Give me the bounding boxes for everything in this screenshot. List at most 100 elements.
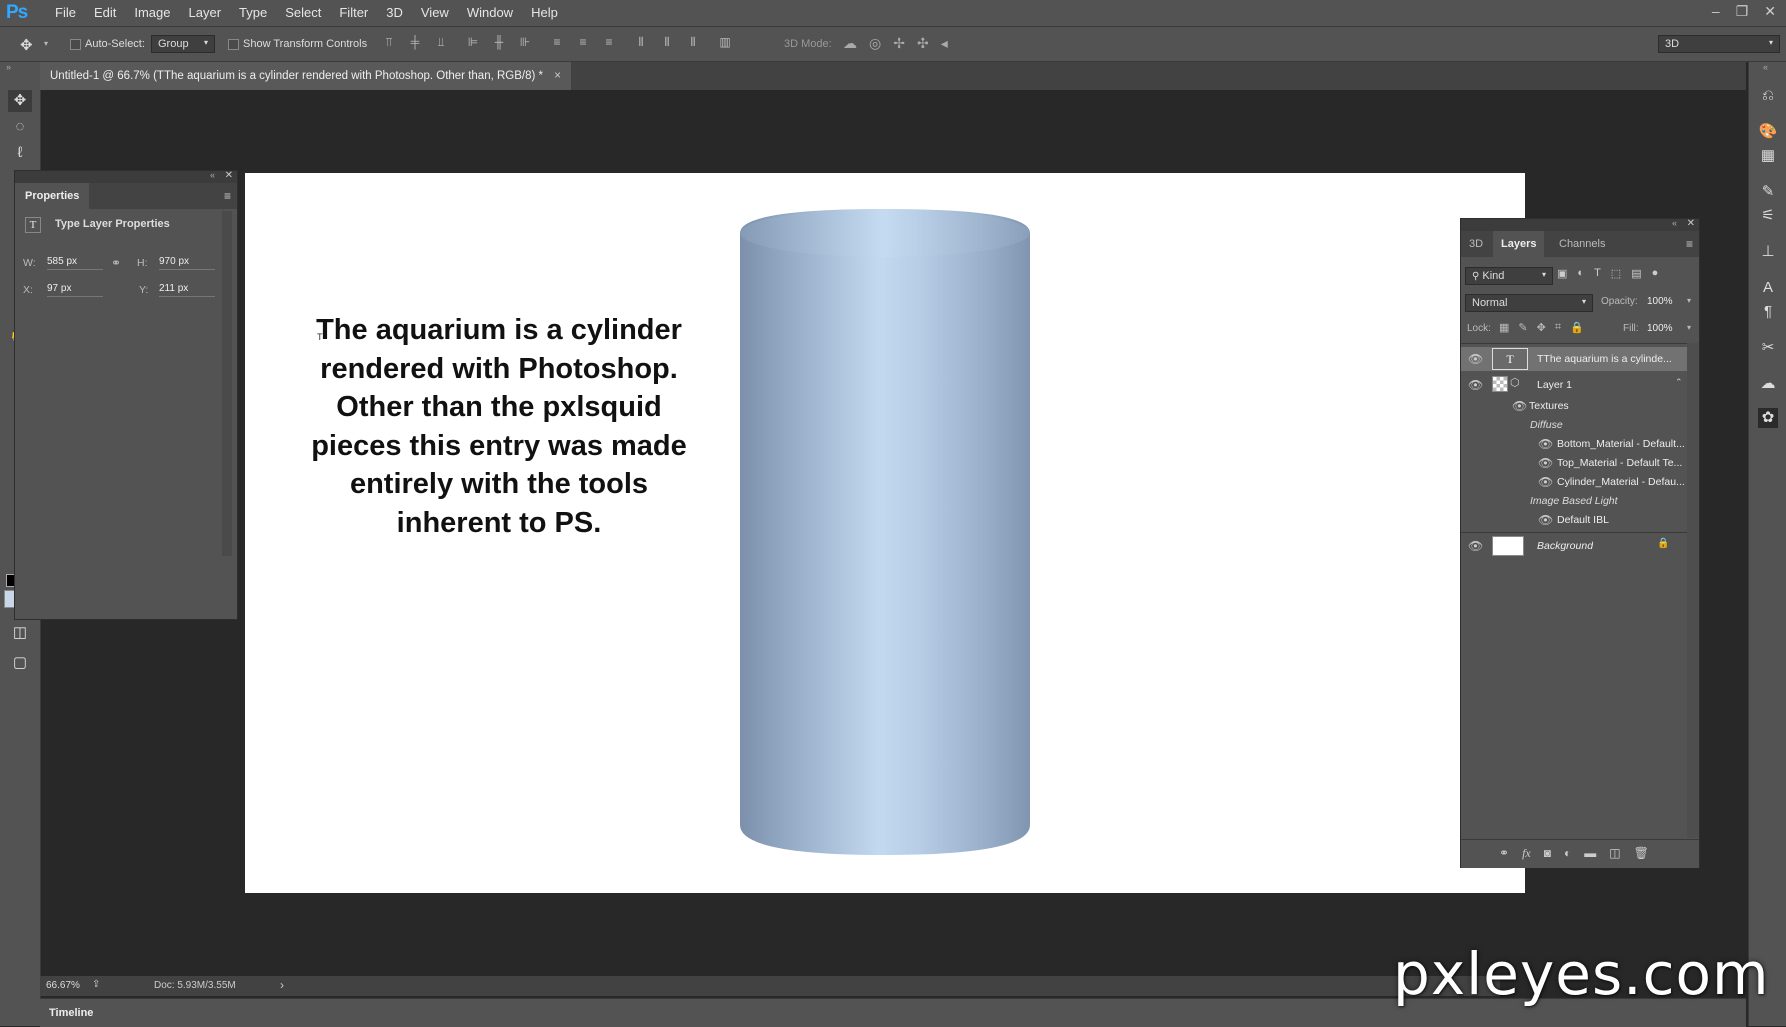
layer-name-text[interactable]: TThe aquarium is a cylinde... [1537,353,1683,365]
menu-help[interactable]: Help [522,5,567,20]
orbit-3d-icon[interactable]: ☁ [843,35,857,52]
new-group-icon[interactable]: ▬ [1584,846,1596,861]
fx-icon[interactable]: fx [1522,846,1531,861]
tab-channels[interactable]: Channels [1551,231,1613,257]
align-left-icon[interactable]: ⊫ [467,36,479,48]
menu-type[interactable]: Type [230,5,276,20]
close-window-button[interactable]: ✕ [1764,3,1776,20]
collapse-effects-icon[interactable]: ⌃ [1675,377,1683,388]
filter-adjustment-icon[interactable]: ◐ [1577,267,1584,280]
layer-row-background[interactable]: 👁 Background 🔒 [1461,534,1687,558]
color-panel-icon[interactable]: 🎨 [1758,122,1778,142]
lock-icon[interactable]: 🔒 [1657,538,1669,549]
filter-shape-icon[interactable]: ⬚ [1611,267,1621,280]
visibility-eye-icon[interactable]: 👁 [1538,475,1553,489]
auto-select-dropdown[interactable]: Group ▾ [151,35,215,53]
width-field[interactable]: 585 px [47,256,103,270]
tab-properties[interactable]: Properties [15,183,90,209]
distribute-right-icon[interactable]: ⦀ [687,36,699,48]
move-tool-icon[interactable]: ✥ [20,36,33,54]
link-layers-icon[interactable]: ⚭ [1499,846,1509,861]
panel-menu-icon[interactable]: ≡ [224,189,231,203]
filter-type-icon[interactable]: T [1594,267,1601,280]
properties-panel-header[interactable]: « ✕ [15,170,237,183]
ibl-item-name[interactable]: Default IBL [1557,514,1609,526]
menu-layer[interactable]: Layer [180,5,231,20]
menu-3d[interactable]: 3D [377,5,412,20]
align-right-icon[interactable]: ⊪ [519,36,531,48]
textures-row[interactable]: 👁 Textures [1461,397,1687,415]
collapse-panel-icon[interactable]: « [210,170,215,180]
blend-mode-dropdown[interactable]: Normal ▾ [1465,294,1593,312]
layers-panel-header[interactable]: « ✕ [1461,218,1699,231]
material-name[interactable]: Bottom_Material - Default... [1557,438,1685,450]
filter-smart-object-icon[interactable]: ▤ [1631,267,1641,280]
show-transform-checkbox[interactable]: Show Transform Controls [228,38,367,50]
clone-source-panel-icon[interactable]: ⊥ [1758,242,1778,262]
tab-layers[interactable]: Layers [1493,231,1545,257]
y-field[interactable]: 211 px [159,283,215,297]
lock-transparent-icon[interactable]: ▦ [1499,321,1509,334]
opacity-chevron-icon[interactable]: ▾ [1687,296,1691,305]
libraries-panel-icon[interactable]: ☁ [1758,374,1778,394]
visibility-eye-icon[interactable]: 👁 [1468,539,1483,553]
document-canvas[interactable]: T The aquarium is a cylinder rendered wi… [245,173,1525,893]
layer-row-layer1[interactable]: 👁 ⬡ Layer 1 ⌃ [1461,373,1687,397]
quick-mask-icon[interactable]: ◫ [8,622,32,644]
tab-timeline[interactable]: Timeline [40,999,103,1027]
menu-select[interactable]: Select [276,5,330,20]
fill-chevron-icon[interactable]: ▾ [1687,323,1691,332]
properties-scrollbar[interactable] [222,211,232,556]
document-tab[interactable]: Untitled-1 @ 66.7% (TThe aquarium is a c… [40,62,571,90]
character-panel-icon[interactable]: A [1758,278,1778,298]
move-tool-icon[interactable]: ✥ [8,90,32,112]
lock-position-icon[interactable]: ✥ [1537,321,1546,334]
new-layer-icon[interactable]: ◫ [1609,846,1620,861]
close-tab-icon[interactable]: × [554,70,561,82]
x-field[interactable]: 97 px [47,283,103,297]
align-vcenter-icon[interactable]: ╪ [409,36,421,48]
height-field[interactable]: 970 px [159,256,215,270]
minimize-button[interactable]: – [1712,3,1720,20]
filter-toggle-icon[interactable]: ● [1652,267,1659,280]
panel-menu-icon[interactable]: ≡ [1686,237,1693,251]
slide-3d-icon[interactable]: ✣ [917,35,929,52]
align-hcenter-icon[interactable]: ╫ [493,36,505,48]
tools-presets-panel-icon[interactable]: ✂ [1758,338,1778,358]
marquee-tool-icon[interactable]: ◌ [8,116,32,138]
layer-name-background[interactable]: Background [1537,540,1593,552]
scale-3d-icon[interactable]: ◂ [941,35,948,52]
auto-select-check-icon[interactable] [70,38,81,50]
lasso-tool-icon[interactable]: ℓ [8,142,32,164]
material-row[interactable]: 👁 Bottom_Material - Default... [1461,435,1687,453]
trash-icon[interactable]: 🗑 [1634,846,1649,861]
material-name[interactable]: Cylinder_Material - Defau... [1557,476,1685,488]
lock-all-icon[interactable]: 🔒 [1570,321,1584,334]
distribute-left-icon[interactable]: ⦀ [635,36,647,48]
canvas-text-layer[interactable]: The aquarium is a cylinder rendered with… [299,311,699,542]
lock-artboard-icon[interactable]: ⌗ [1555,321,1561,334]
menu-file[interactable]: File [46,5,85,20]
adjustments-panel-icon[interactable]: ⚟ [1758,206,1778,226]
tab-3d[interactable]: 3D [1461,231,1491,257]
layer-filter-kind-dropdown[interactable]: ⚲ Kind ▾ [1465,267,1553,285]
history-panel-icon[interactable]: ⎌ [1758,86,1778,106]
show-transform-check-icon[interactable] [228,38,239,50]
paragraph-panel-icon[interactable]: ¶ [1758,302,1778,322]
share-icon[interactable]: ⇪ [92,979,100,990]
add-mask-icon[interactable]: ◙ [1544,846,1551,861]
fill-field[interactable]: 100% [1647,323,1673,334]
collapse-toolbar-icon[interactable]: » [6,62,11,72]
adjustment-layer-icon[interactable]: ◐ [1564,846,1571,861]
filter-pixel-icon[interactable]: ▣ [1557,267,1567,280]
close-panel-icon[interactable]: ✕ [1687,218,1695,229]
lock-pixels-icon[interactable]: ✎ [1518,321,1527,334]
close-panel-icon[interactable]: ✕ [225,170,233,181]
visibility-eye-icon[interactable]: 👁 [1538,513,1553,527]
swatches-panel-icon[interactable]: ▦ [1758,146,1778,166]
pan-3d-icon[interactable]: ✢ [893,35,905,52]
material-name[interactable]: Top_Material - Default Te... [1557,457,1685,469]
roll-3d-icon[interactable]: ◎ [869,35,881,52]
material-row[interactable]: 👁 Top_Material - Default Te... [1461,454,1687,472]
visibility-eye-icon[interactable]: 👁 [1538,437,1553,451]
